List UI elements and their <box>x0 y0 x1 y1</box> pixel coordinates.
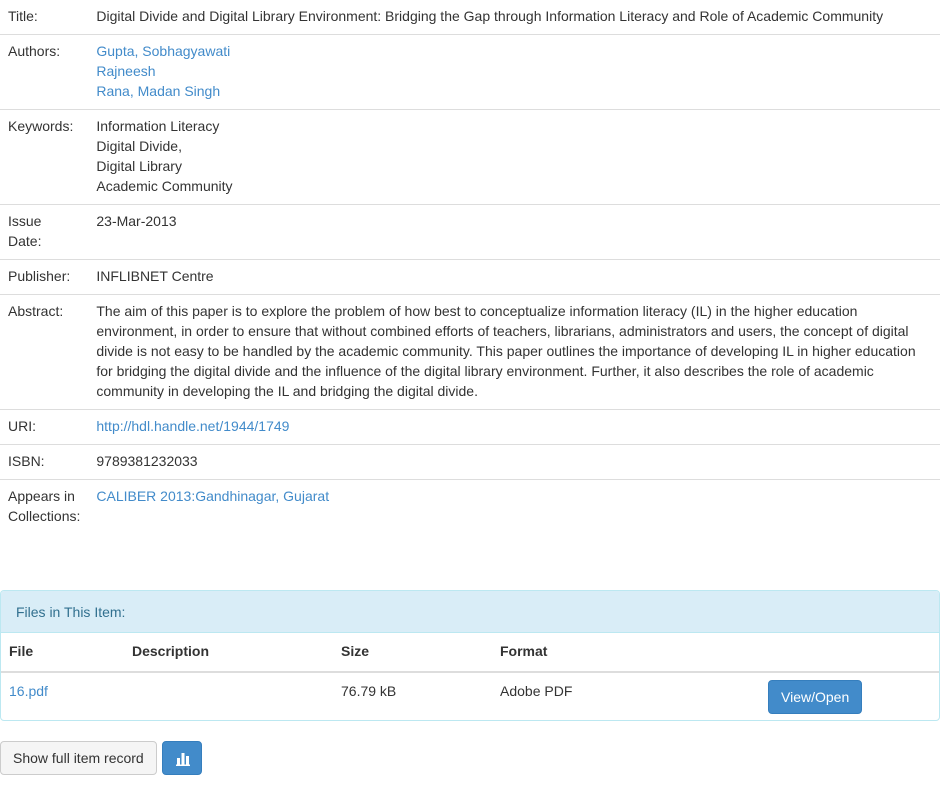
field-label: Keywords: <box>0 109 89 205</box>
show-full-record-button[interactable]: Show full item record <box>0 741 157 775</box>
uri-cell: http://hdl.handle.net/1944/1749 <box>88 409 940 445</box>
isbn-value: 9789381232033 <box>88 444 940 480</box>
table-row: 16.pdf 76.79 kB Adobe PDF View/Open <box>1 672 939 722</box>
metadata-row-authors: Authors: Gupta, Sobhagyawati Rajneesh Ra… <box>0 34 940 110</box>
item-metadata-table: Title: Digital Divide and Digital Librar… <box>0 0 940 534</box>
action-cell: View/Open <box>760 672 939 722</box>
field-label: Title: <box>8 8 38 24</box>
format-cell: Adobe PDF <box>500 683 573 699</box>
abstract-value: The aim of this paper is to explore the … <box>88 294 940 410</box>
column-header-description: Description <box>124 633 333 673</box>
metadata-row-isbn: ISBN: 9789381232033 <box>0 444 940 480</box>
author-link[interactable]: Rana, Madan Singh <box>96 81 926 101</box>
files-panel-heading: Files in This Item: <box>1 591 939 633</box>
authors-list: Gupta, Sobhagyawati Rajneesh Rana, Madan… <box>88 34 940 110</box>
keyword: Digital Library <box>96 158 182 174</box>
uri-link[interactable]: http://hdl.handle.net/1944/1749 <box>96 418 289 434</box>
column-header-size: Size <box>333 633 492 673</box>
field-label-line: Collections: <box>8 508 81 524</box>
files-table-header: File Description Size Format <box>1 633 939 673</box>
field-label: ISBN: <box>0 444 89 480</box>
bar-chart-icon <box>175 753 190 766</box>
author-link[interactable]: Gupta, Sobhagyawati <box>96 41 926 61</box>
publisher-value: INFLIBNET Centre <box>88 259 940 295</box>
metadata-row-title: Title: Digital Divide and Digital Librar… <box>0 0 940 35</box>
item-actions: Show full item record <box>0 741 202 775</box>
collections-cell: CALIBER 2013:Gandhinagar, Gujarat <box>88 479 940 534</box>
metadata-row-publisher: Publisher: INFLIBNET Centre <box>0 259 940 295</box>
column-header-format: Format <box>492 633 760 673</box>
statistics-button[interactable] <box>161 741 202 775</box>
metadata-row-collections: Appears in Collections: CALIBER 2013:Gan… <box>0 479 940 534</box>
metadata-row-keywords: Keywords: Information Literacy Digital D… <box>0 109 940 205</box>
field-label: URI: <box>0 409 89 445</box>
metadata-row-abstract: Abstract: The aim of this paper is to ex… <box>0 294 940 410</box>
field-label: Abstract: <box>0 294 89 410</box>
field-label: Issue Date: <box>0 204 89 260</box>
metadata-row-uri: URI: http://hdl.handle.net/1944/1749 <box>0 409 940 445</box>
field-label-line: Date: <box>8 233 42 249</box>
files-table: File Description Size Format 16.pdf 76.7… <box>1 633 939 722</box>
keyword: Academic Community <box>96 178 233 194</box>
files-panel: Files in This Item: File Description Siz… <box>0 590 940 721</box>
size-cell: 76.79 kB <box>341 683 397 699</box>
field-label: Publisher: <box>0 259 89 295</box>
field-label-line: Appears in <box>8 488 75 504</box>
collection-link[interactable]: CALIBER 2013:Gandhinagar, Gujarat <box>96 488 329 504</box>
description-cell <box>124 672 333 722</box>
title-value: Digital Divide and Digital Library Envir… <box>96 8 884 24</box>
metadata-row-issue-date: Issue Date: 23-Mar-2013 <box>0 204 940 260</box>
file-link[interactable]: 16.pdf <box>9 683 48 699</box>
column-header-file: File <box>1 633 124 673</box>
file-cell: 16.pdf <box>1 672 124 722</box>
view-open-button[interactable]: View/Open <box>768 680 863 714</box>
field-label: Appears in Collections: <box>0 479 89 534</box>
keyword: Information Literacy <box>96 118 220 134</box>
author-link[interactable]: Rajneesh <box>96 61 926 81</box>
keyword: Digital Divide, <box>96 138 182 154</box>
issue-date-value: 23-Mar-2013 <box>88 204 940 260</box>
field-label-line: Issue <box>8 213 42 229</box>
column-header-action <box>760 633 939 673</box>
field-label: Authors: <box>0 34 89 110</box>
keywords-list: Information Literacy Digital Divide, Dig… <box>88 109 940 205</box>
